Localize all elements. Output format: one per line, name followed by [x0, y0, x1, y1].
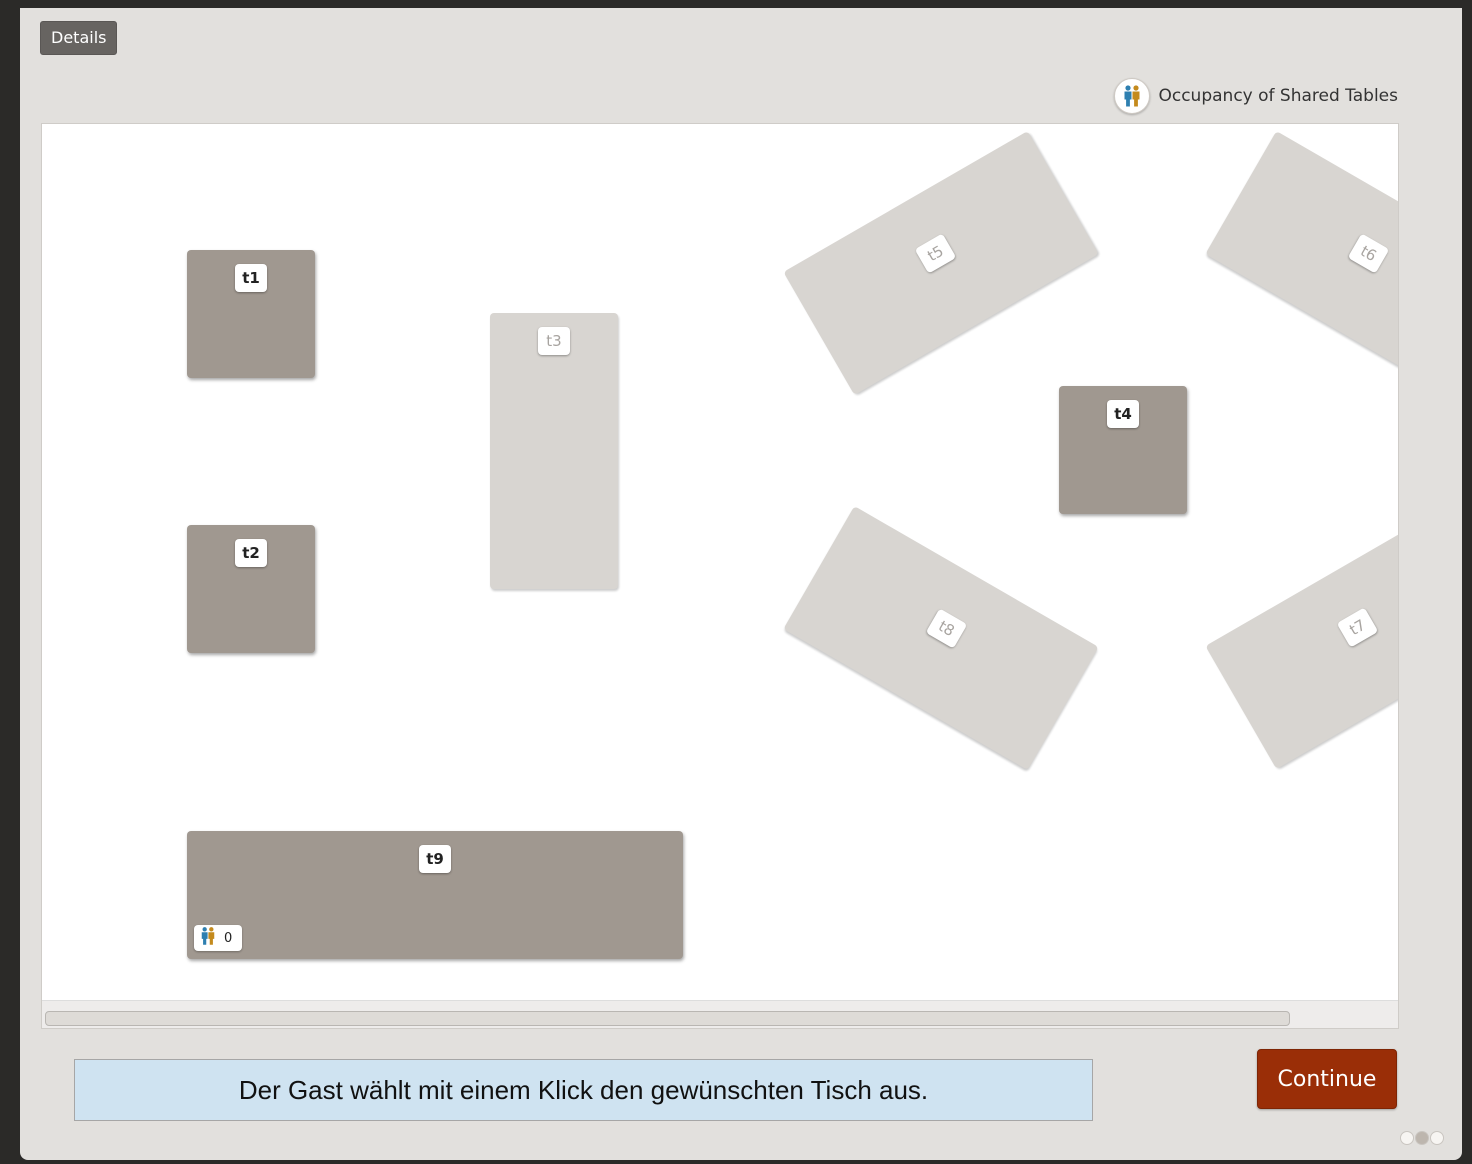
occupancy-legend-label: Occupancy of Shared Tables — [1158, 86, 1398, 106]
page-dot[interactable] — [1430, 1131, 1444, 1145]
table-label: t1 — [235, 264, 267, 292]
table-t2[interactable]: t2 — [187, 525, 315, 653]
table-label: t8 — [925, 608, 968, 649]
instruction-text: Der Gast wählt mit einem Klick den gewün… — [238, 1074, 929, 1105]
table-label: t2 — [235, 539, 267, 567]
table-t6: t6 — [1205, 131, 1398, 395]
table-label: t6 — [1347, 233, 1390, 274]
floor-plan: t1 t2 t3 t4 t5 t6 t7 t8 t9 0 — [41, 123, 1399, 1029]
occupancy-count: 0 — [224, 930, 233, 946]
people-icon — [1114, 78, 1151, 114]
continue-button[interactable]: Continue — [1257, 1049, 1397, 1109]
page-dot-active[interactable] — [1415, 1131, 1429, 1145]
table-label: t5 — [914, 233, 957, 274]
pagination-dots — [1400, 1131, 1444, 1145]
table-t4[interactable]: t4 — [1059, 386, 1187, 514]
occupancy-legend: Occupancy of Shared Tables — [1114, 78, 1398, 114]
table-t3: t3 — [490, 313, 618, 589]
table-label: t7 — [1336, 607, 1379, 648]
table-label: t3 — [538, 327, 570, 355]
table-t1[interactable]: t1 — [187, 250, 315, 378]
scrollbar-thumb[interactable] — [45, 1011, 1290, 1026]
table-t9[interactable]: t9 0 — [187, 831, 683, 959]
page-dot[interactable] — [1400, 1131, 1414, 1145]
table-t7: t7 — [1205, 505, 1398, 769]
horizontal-scrollbar[interactable] — [42, 1000, 1398, 1028]
table-t8: t8 — [783, 506, 1099, 770]
table-label: t4 — [1107, 400, 1139, 428]
table-label: t9 — [419, 845, 451, 873]
people-icon — [198, 926, 218, 950]
instruction-box: Der Gast wählt mit einem Klick den gewün… — [74, 1059, 1093, 1121]
details-button[interactable]: Details — [40, 21, 118, 55]
table-t5: t5 — [783, 131, 1099, 395]
main-panel: Details Occupancy of Shared Tables t1 t2… — [20, 8, 1462, 1160]
occupancy-badge: 0 — [194, 925, 243, 951]
